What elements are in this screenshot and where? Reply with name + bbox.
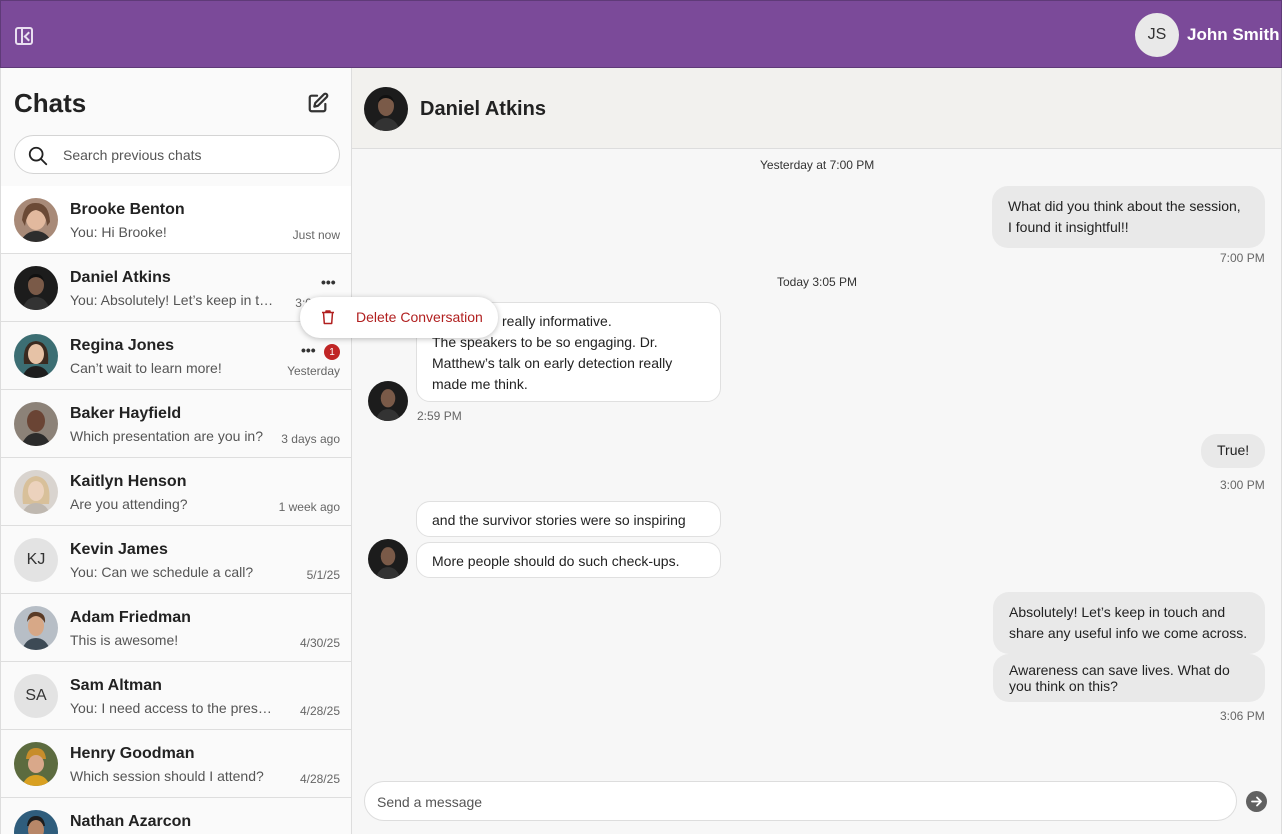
chat-list: Brooke Benton You: Hi Brooke! Just now D… — [1, 186, 351, 834]
message-line: True! — [1217, 442, 1250, 458]
outgoing-message: True! — [1201, 434, 1265, 468]
avatar — [14, 198, 58, 242]
incoming-message: and the survivor stories were so inspiri… — [416, 501, 721, 537]
user-avatar[interactable]: JS — [1135, 13, 1179, 57]
more-options-icon[interactable]: ••• — [321, 275, 336, 289]
conversation-context-menu: Delete Conversation — [300, 297, 498, 338]
avatar — [14, 470, 58, 514]
chat-item-brooke-benton[interactable]: Brooke Benton You: Hi Brooke! Just now — [1, 186, 351, 254]
chat-time: 4/30/25 — [299, 636, 340, 650]
arrow-right-icon — [1251, 796, 1262, 807]
outgoing-message: Absolutely! Let’s keep in touch and shar… — [993, 592, 1265, 654]
avatar: SA — [14, 674, 58, 718]
chat-name: Brooke Benton — [70, 201, 185, 218]
contact-avatar[interactable] — [364, 87, 408, 131]
chats-title: Chats — [14, 88, 87, 118]
chat-time: Yesterday — [287, 364, 340, 378]
search-icon — [28, 146, 48, 166]
date-separator: Yesterday at 7:00 PM — [760, 158, 875, 172]
message-line: share any useful info we come across. — [1009, 625, 1248, 641]
chat-preview: This is awesome! — [70, 632, 179, 648]
contact-name: Daniel Atkins — [420, 98, 546, 120]
message-line: made me think. — [432, 376, 528, 392]
compose-icon[interactable] — [307, 92, 329, 114]
chat-item-kevin-james[interactable]: KJ Kevin James You: Can we schedule a ca… — [1, 526, 351, 594]
send-button[interactable] — [1246, 791, 1267, 812]
chat-item-henry-goodman[interactable]: Henry Goodman Which session should I att… — [1, 730, 351, 798]
message-line: and the survivor stories were so inspiri… — [432, 512, 686, 528]
avatar — [14, 810, 58, 834]
chat-name: Daniel Atkins — [70, 269, 171, 286]
message-line: Absolutely! Let’s keep in touch and — [1009, 604, 1226, 620]
avatar — [14, 334, 58, 378]
trash-icon[interactable] — [321, 309, 335, 325]
chat-preview: You: Hi Brooke! — [70, 224, 167, 240]
user-name[interactable]: John Smith — [1187, 25, 1280, 45]
chat-preview: You: I need access to the presentation s… — [70, 700, 276, 716]
message-time: 7:00 PM — [1220, 251, 1265, 265]
avatar — [14, 266, 58, 310]
top-bar: JS John Smith — [0, 0, 1282, 68]
outgoing-message: Awareness can save lives. What do you th… — [993, 654, 1265, 702]
chat-item-nathan-azarcon[interactable]: Nathan Azarcon — [1, 798, 351, 834]
message-line: What did you think about the session, — [1008, 198, 1241, 214]
message-line: More people should do such check-ups. — [432, 553, 680, 569]
message-composer[interactable] — [364, 781, 1237, 821]
chat-name: Adam Friedman — [70, 609, 191, 626]
chat-name: Sam Altman — [70, 677, 162, 694]
chat-preview: Can’t wait to learn more! — [70, 360, 222, 376]
avatar: KJ — [14, 538, 58, 582]
outgoing-message: What did you think about the session, I … — [992, 186, 1265, 248]
message-line: Matthew’s talk on early detection really — [432, 355, 673, 371]
chat-item-sam-altman[interactable]: SA Sam Altman You: I need access to the … — [1, 662, 351, 730]
chat-time: 1 week ago — [278, 500, 340, 514]
chat-name: Kaitlyn Henson — [70, 473, 187, 490]
contact-avatar — [368, 539, 408, 579]
incoming-message: More people should do such check-ups. — [416, 542, 721, 578]
chat-preview: Which presentation are you in? — [70, 428, 263, 444]
chat-time: 3 days ago — [281, 432, 340, 446]
more-options-icon[interactable]: ••• — [301, 343, 316, 357]
message-time: 3:00 PM — [1220, 478, 1265, 492]
message-line: I found it insightful!! — [1008, 219, 1129, 235]
message-time: 3:06 PM — [1220, 709, 1265, 723]
chat-item-daniel-atkins[interactable]: Daniel Atkins You: Absolutely! Let’s kee… — [1, 254, 351, 322]
conversation-panel: Daniel Atkins Yesterday at 7:00 PM What … — [352, 68, 1282, 834]
delete-conversation-button[interactable]: Delete Conversation — [356, 309, 483, 325]
message-line: you think on this? — [1009, 678, 1118, 694]
chat-preview: Are you attending? — [70, 496, 188, 512]
message-line: Awareness can save lives. What do — [1009, 662, 1230, 678]
chat-item-kaitlyn-henson[interactable]: Kaitlyn Henson Are you attending? 1 week… — [1, 458, 351, 526]
chat-name: Baker Hayfield — [70, 405, 182, 422]
chat-name: Henry Goodman — [70, 745, 195, 762]
collapse-sidebar-icon[interactable] — [15, 27, 33, 45]
chat-time: Just now — [292, 228, 340, 242]
chat-name: Regina Jones — [70, 337, 175, 354]
chat-preview: Which session should I attend? — [70, 768, 264, 784]
chat-name: Kevin James — [70, 541, 168, 558]
chat-preview: You: Absolutely! Let’s keep in touch and… — [70, 292, 276, 308]
chat-preview: You: Can we schedule a call? — [70, 564, 254, 580]
search-box[interactable] — [14, 135, 340, 174]
search-input[interactable] — [63, 144, 323, 166]
chat-time: 4/28/25 — [299, 772, 340, 786]
message-input[interactable] — [377, 791, 1217, 813]
avatar — [14, 402, 58, 446]
chat-name: Nathan Azarcon — [70, 813, 192, 830]
unread-badge: 1 — [324, 344, 340, 360]
chat-item-baker-hayfield[interactable]: Baker Hayfield Which presentation are yo… — [1, 390, 351, 458]
chat-time: 4/28/25 — [299, 704, 340, 718]
message-time: 2:59 PM — [417, 409, 462, 423]
chat-item-adam-friedman[interactable]: Adam Friedman This is awesome! 4/30/25 — [1, 594, 351, 662]
chat-item-regina-jones[interactable]: Regina Jones Can’t wait to learn more! Y… — [1, 322, 351, 390]
conversation-header: Daniel Atkins — [352, 68, 1281, 149]
contact-avatar — [368, 381, 408, 421]
chat-time: 5/1/25 — [306, 568, 340, 582]
chat-sidebar: Chats Brooke Benton You: Hi Brooke! Just… — [0, 68, 352, 834]
avatar — [14, 606, 58, 650]
avatar — [14, 742, 58, 786]
date-separator: Today 3:05 PM — [777, 275, 858, 289]
